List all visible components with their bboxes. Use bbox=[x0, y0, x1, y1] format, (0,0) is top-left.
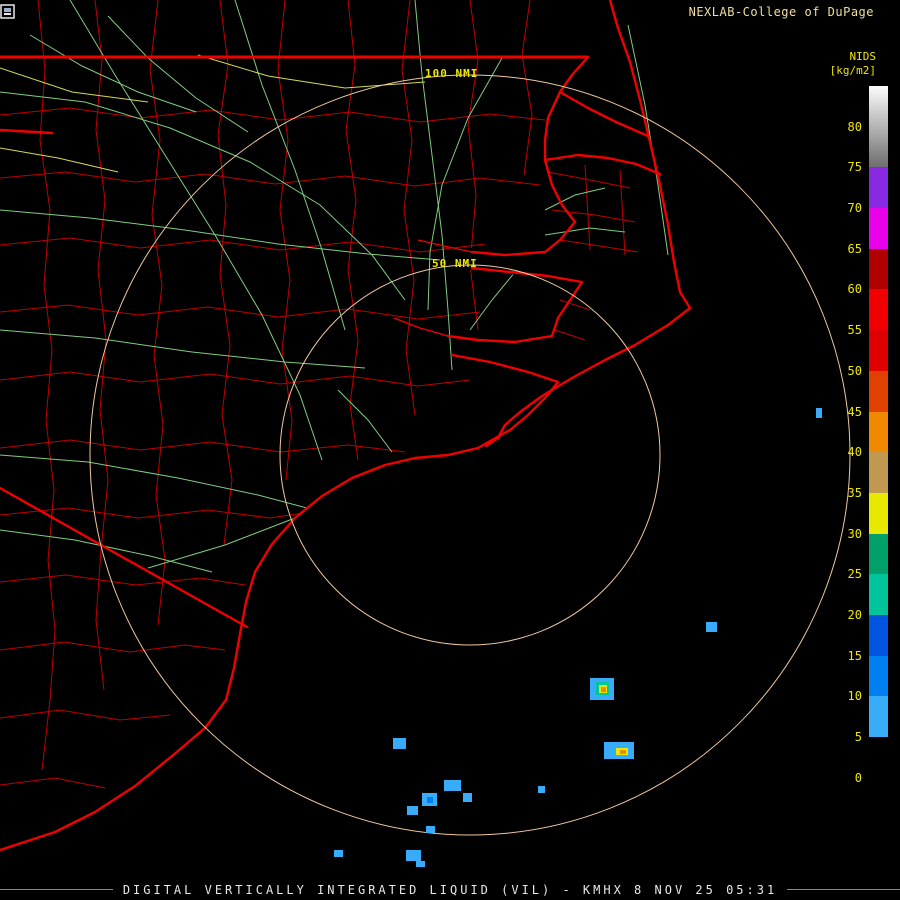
colorbar-tick-label: 0 bbox=[854, 770, 862, 785]
radar-echo bbox=[427, 797, 433, 803]
colorbar-segment bbox=[869, 574, 888, 615]
colorbar-tick-label: 30 bbox=[847, 526, 862, 541]
colorbar-segment bbox=[869, 492, 888, 534]
radar-echo bbox=[334, 850, 343, 857]
radar-echo bbox=[406, 850, 421, 861]
colorbar-segment bbox=[869, 370, 888, 412]
radar-echo bbox=[393, 738, 406, 749]
colorbar-segment bbox=[869, 452, 888, 493]
colorbar-tick-label: 10 bbox=[847, 689, 862, 704]
radar-echo bbox=[416, 861, 425, 867]
colorbar-tick-label: 45 bbox=[847, 404, 862, 419]
colorbar-segment bbox=[869, 330, 888, 371]
colorbar-segment bbox=[869, 167, 888, 209]
colorbar-tick-label: 35 bbox=[847, 485, 862, 500]
colorbar-tick-label: 70 bbox=[847, 201, 862, 216]
radar-echo bbox=[463, 793, 472, 802]
colorbar-segment bbox=[869, 208, 888, 249]
colorbar-segment bbox=[869, 614, 888, 656]
colorbar-segment bbox=[869, 411, 888, 453]
colorbar-tick-label: 50 bbox=[847, 363, 862, 378]
radar-echo bbox=[601, 687, 606, 692]
range-rings bbox=[89, 74, 851, 836]
colorbar-tick-label: 55 bbox=[847, 323, 862, 338]
colorbar-tick-label: 15 bbox=[847, 648, 862, 663]
radar-echo bbox=[426, 826, 435, 833]
footer: DIGITAL VERTICALLY INTEGRATED LIQUID (VI… bbox=[0, 881, 900, 899]
product-title: DIGITAL VERTICALLY INTEGRATED LIQUID (VI… bbox=[112, 883, 788, 897]
colorbar-segment bbox=[869, 289, 888, 331]
colorbar-units: [kg/m2] bbox=[829, 64, 876, 77]
colorbar-tick-label: 80 bbox=[847, 119, 862, 134]
colorbar-tick-label: 20 bbox=[847, 607, 862, 622]
range-ring bbox=[279, 264, 661, 646]
radar-echo bbox=[620, 750, 626, 754]
colorbar-title: NIDS bbox=[849, 50, 877, 63]
radar-display: 100 NMI 50 NMI NEXLAB-College of DuPage N… bbox=[0, 0, 900, 900]
radar-echo bbox=[706, 622, 717, 632]
radar-echo bbox=[444, 780, 461, 791]
colorbar-tick-label: 65 bbox=[847, 241, 862, 256]
colorbar-tick-label: 25 bbox=[847, 567, 862, 582]
nexlab-logo-icon bbox=[0, 4, 15, 19]
range-ring-label: 50 NMI bbox=[432, 257, 478, 270]
colorbar-segment bbox=[869, 655, 888, 697]
range-ring bbox=[89, 74, 851, 836]
colorbar-segment bbox=[869, 533, 888, 575]
colorbar-segment bbox=[869, 86, 888, 168]
colorbar-segment bbox=[869, 248, 888, 290]
base-map bbox=[0, 0, 851, 852]
colorbar-tick-label: 40 bbox=[847, 445, 862, 460]
coastline bbox=[0, 0, 692, 852]
colorbar-tick-label: 60 bbox=[847, 282, 862, 297]
radar-echo bbox=[407, 806, 418, 815]
road-network bbox=[0, 0, 516, 573]
colorbar-tick-label: 5 bbox=[854, 730, 862, 744]
radar-echo bbox=[538, 786, 545, 793]
range-ring-label: 100 NMI bbox=[425, 67, 479, 80]
brand-text: NEXLAB-College of DuPage bbox=[688, 5, 874, 19]
colorbar-segment bbox=[869, 696, 888, 737]
county-boundaries bbox=[0, 0, 546, 789]
colorbar-tick-label: 75 bbox=[847, 160, 862, 175]
